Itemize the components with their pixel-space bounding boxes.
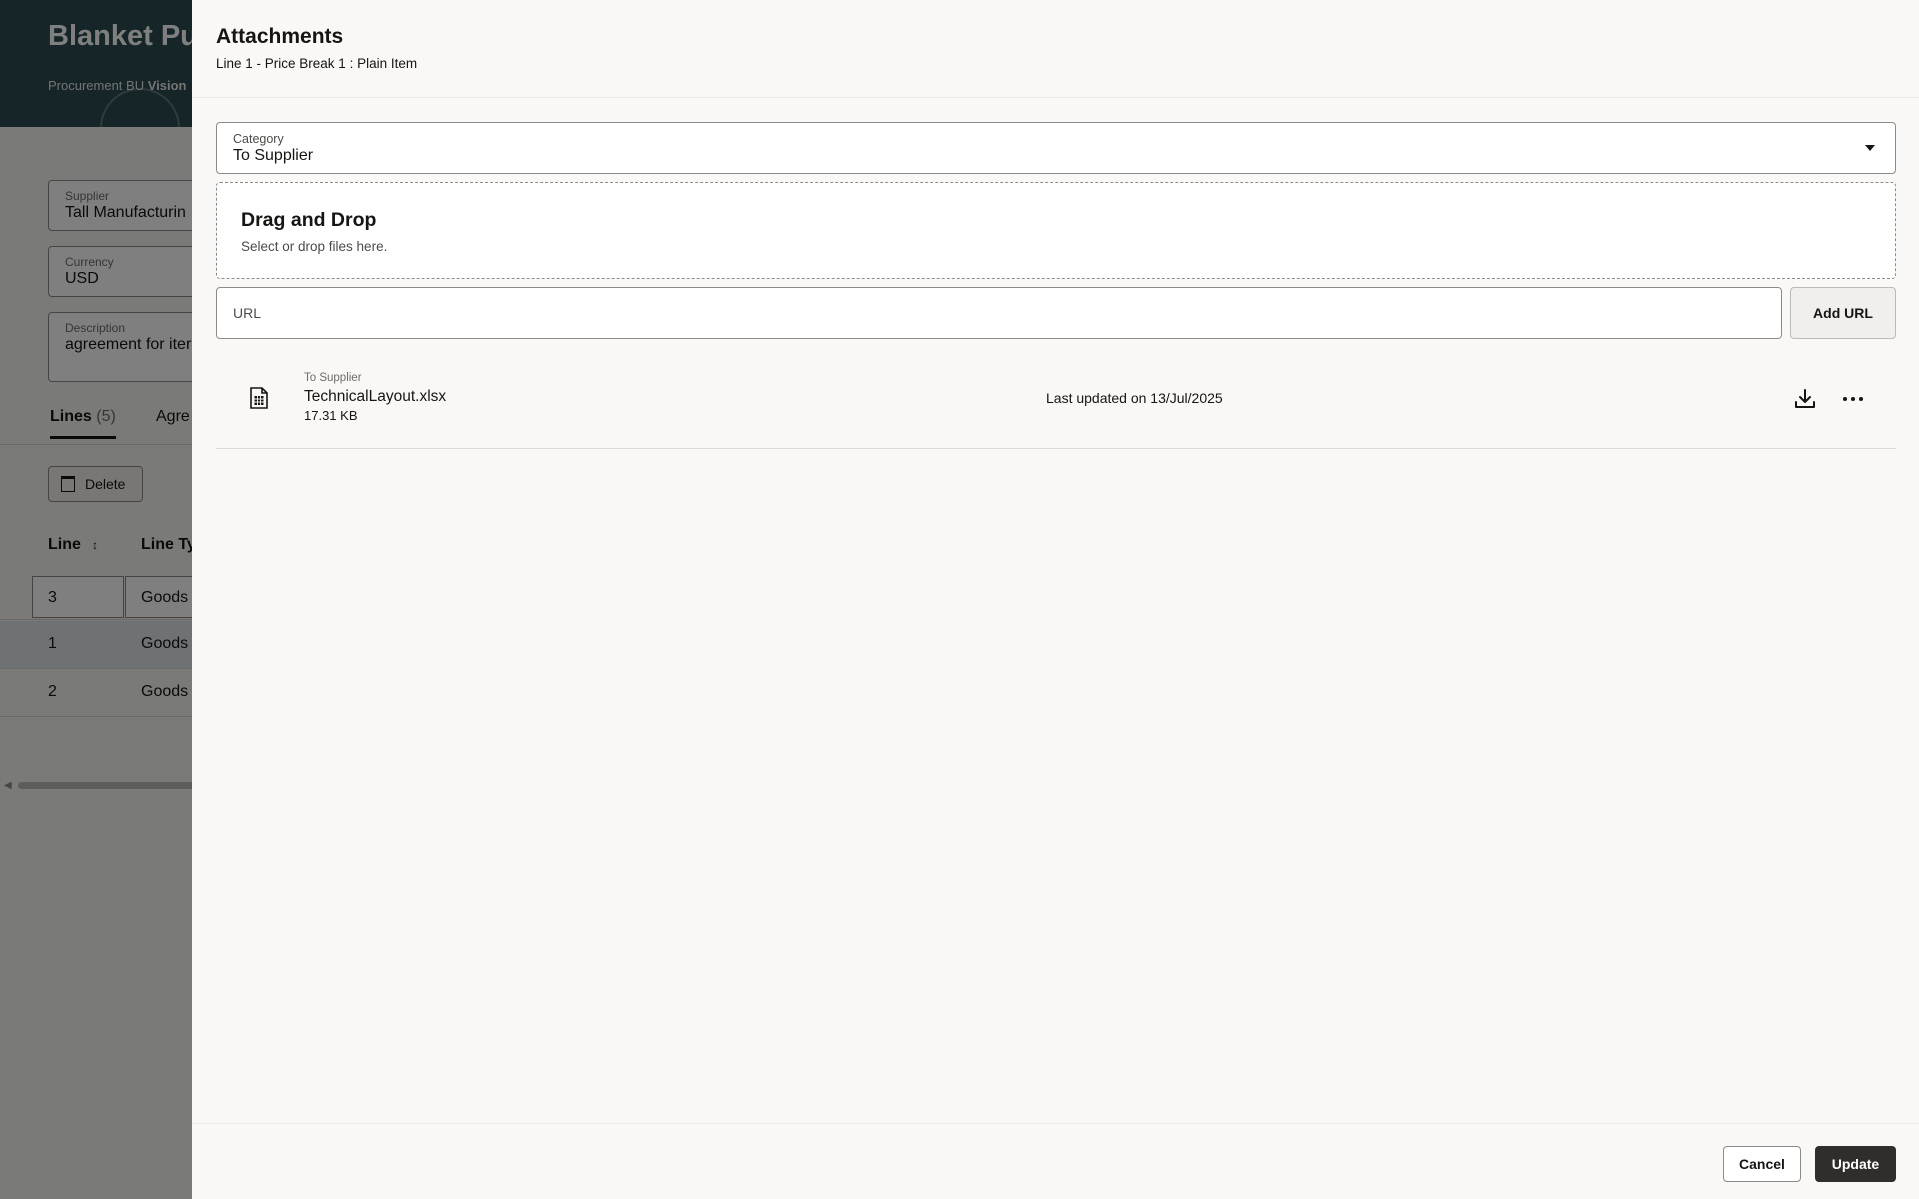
dropzone-subtitle: Select or drop files here. (241, 239, 388, 254)
attachments-drawer: Attachments Line 1 - Price Break 1 : Pla… (192, 0, 1919, 1199)
category-select[interactable]: Category To Supplier (216, 122, 1896, 174)
dropzone-title: Drag and Drop (241, 209, 377, 231)
attachment-name[interactable]: TechnicalLayout.xlsx (304, 388, 446, 406)
download-icon[interactable] (1793, 387, 1817, 411)
url-input[interactable] (216, 287, 1782, 339)
drawer-title: Attachments (216, 25, 344, 48)
drawer-footer: Cancel Update (192, 1123, 1919, 1199)
category-value: To Supplier (233, 147, 314, 164)
attachment-updated: Last updated on 13/Jul/2025 (1046, 390, 1223, 406)
drawer-subtitle: Line 1 - Price Break 1 : Plain Item (216, 56, 418, 71)
update-button[interactable]: Update (1815, 1146, 1896, 1182)
attachment-size: 17.31 KB (304, 408, 358, 423)
more-options-icon[interactable] (1841, 387, 1865, 411)
cancel-button[interactable]: Cancel (1723, 1146, 1801, 1182)
attachment-category: To Supplier (304, 372, 362, 384)
add-url-button[interactable]: Add URL (1790, 287, 1896, 339)
category-label: Category (233, 132, 284, 146)
spreadsheet-file-icon (250, 387, 268, 409)
attachment-item[interactable]: To Supplier TechnicalLayout.xlsx 17.31 K… (216, 355, 1896, 449)
file-dropzone[interactable]: Drag and Drop Select or drop files here. (216, 182, 1896, 279)
chevron-down-icon[interactable] (1865, 145, 1875, 151)
drawer-header: Attachments Line 1 - Price Break 1 : Pla… (192, 0, 1919, 98)
